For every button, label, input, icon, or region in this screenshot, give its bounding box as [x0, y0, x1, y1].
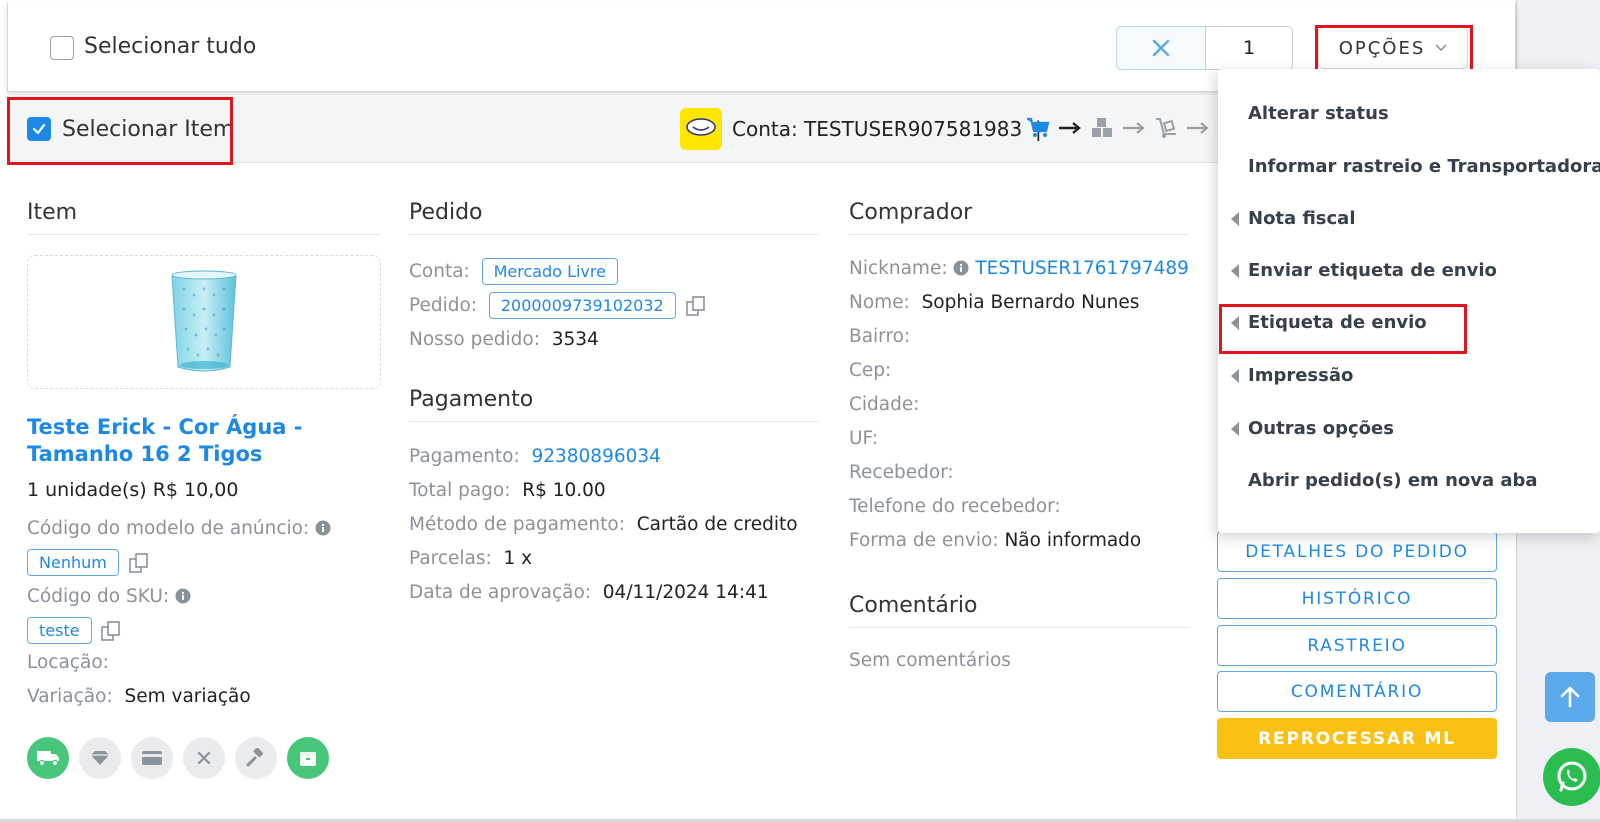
arrow-right-icon	[1187, 122, 1209, 134]
caret-left-icon	[1231, 212, 1239, 226]
item-section-title: Item	[27, 200, 78, 225]
quantity-price: 1 unidade(s) R$ 10,00	[27, 479, 239, 501]
menu-item-informar-rastreio[interactable]: Informar rastreio e Transportadora	[1248, 156, 1600, 177]
comment-divider	[849, 627, 1189, 628]
diamond-icon[interactable]	[79, 737, 121, 779]
truck-icon[interactable]	[27, 737, 69, 779]
copy-icon[interactable]	[685, 296, 706, 316]
arrow-up-icon	[1560, 686, 1580, 708]
model-code-value-row: Nenhum	[27, 549, 149, 576]
glass-image	[171, 270, 237, 372]
menu-item-abrir-nova-aba[interactable]: Abrir pedido(s) em nova aba	[1248, 470, 1538, 491]
highlight-etiqueta-envio	[1219, 304, 1467, 354]
neighborhood-row: Bairro:	[849, 326, 911, 347]
options-dropdown-menu: Alterar status Informar rastreio e Trans…	[1218, 69, 1600, 533]
comment-text: Sem comentários	[849, 650, 1011, 671]
city-row: Cidade:	[849, 394, 920, 415]
sku-value-row: teste	[27, 617, 121, 644]
model-code-tag: Nenhum	[27, 549, 119, 576]
order-id-tag: 2000009739102032	[488, 292, 676, 319]
payment-id-row: Pagamento: 92380896034	[409, 446, 661, 467]
whatsapp-icon	[1557, 761, 1587, 792]
product-title-link[interactable]: Teste Erick - Cor Água - Tamanho 16 2 Ti…	[27, 414, 367, 468]
menu-item-nota-fiscal[interactable]: Nota fiscal	[1248, 208, 1356, 229]
cart-icon	[1027, 117, 1050, 137]
item-action-icons	[27, 737, 329, 779]
product-image[interactable]	[27, 255, 381, 389]
internal-order-row: Nosso pedido: 3534	[409, 329, 599, 350]
receiver-row: Recebedor:	[849, 462, 954, 483]
order-divider	[409, 234, 819, 235]
item-divider	[27, 234, 381, 235]
variation-row: Variação: Sem variação	[27, 686, 251, 707]
model-code-row: Código do modelo de anúncio:	[27, 518, 331, 539]
comment-button[interactable]: COMENTÁRIO	[1217, 671, 1497, 712]
payment-section-title: Pagamento	[409, 387, 534, 412]
close-icon	[1152, 39, 1170, 57]
payment-id-link[interactable]: 92380896034	[531, 446, 660, 467]
menu-item-alterar-status[interactable]: Alterar status	[1248, 103, 1389, 124]
tracking-button[interactable]: RASTREIO	[1217, 625, 1497, 666]
total-paid-row: Total pago: R$ 10.00	[409, 480, 606, 501]
dolly-icon	[1156, 118, 1176, 138]
scroll-to-top-button[interactable]	[1545, 672, 1595, 722]
location-row: Locação:	[27, 652, 109, 673]
box-icon[interactable]	[287, 737, 329, 779]
close-icon[interactable]	[183, 737, 225, 779]
order-account-row: Conta: Mercado Livre	[409, 258, 618, 285]
payment-method-row: Método de pagamento: Cartão de credito	[409, 514, 798, 535]
caret-left-icon	[1231, 264, 1239, 278]
gavel-icon[interactable]	[235, 737, 277, 779]
order-flow	[1026, 116, 1210, 140]
caret-left-icon	[1231, 369, 1239, 383]
credit-card-icon[interactable]	[131, 737, 173, 779]
arrow-right-icon	[1059, 122, 1081, 134]
nickname-link[interactable]: TESTUSER1761797489	[975, 258, 1189, 279]
sku-row: Código do SKU:	[27, 586, 191, 607]
sku-tag: teste	[27, 617, 92, 644]
info-icon	[953, 260, 969, 276]
payment-divider	[409, 421, 819, 422]
comment-section-title: Comentário	[849, 593, 978, 618]
copy-icon[interactable]	[128, 553, 149, 573]
zip-row: Cep:	[849, 360, 892, 381]
account-tag: Mercado Livre	[481, 258, 618, 285]
nickname-row: Nickname: TESTUSER1761797489	[849, 258, 1189, 279]
info-icon	[175, 588, 191, 604]
highlight-select-item	[7, 97, 233, 165]
account-label: Conta: TESTUSER907581983 |	[732, 117, 1042, 141]
order-id-row: Pedido: 2000009739102032	[409, 292, 706, 319]
state-row: UF:	[849, 428, 878, 449]
menu-item-impressao[interactable]: Impressão	[1248, 365, 1353, 386]
menu-item-outras-opcoes[interactable]: Outras opções	[1248, 418, 1394, 439]
select-all-checkbox[interactable]	[50, 36, 74, 60]
info-icon	[315, 520, 331, 536]
approval-date-row: Data de aprovação: 04/11/2024 14:41	[409, 582, 769, 603]
buyer-section-title: Comprador	[849, 200, 973, 225]
receiver-phone-row: Telefone do recebedor:	[849, 496, 1061, 517]
boxes-icon	[1092, 118, 1112, 137]
clear-selection-button[interactable]	[1116, 26, 1206, 70]
menu-item-enviar-etiqueta[interactable]: Enviar etiqueta de envio	[1248, 260, 1497, 281]
installments-row: Parcelas: 1 x	[409, 548, 533, 569]
highlight-options-button	[1315, 25, 1473, 73]
shipping-method-row: Forma de envio: Não informado	[849, 530, 1142, 551]
reprocess-ml-button[interactable]: REPROCESSAR ML	[1217, 718, 1497, 759]
caret-left-icon	[1231, 422, 1239, 436]
buyer-divider	[849, 234, 1189, 235]
arrow-right-icon	[1123, 122, 1145, 134]
mercado-livre-logo	[680, 108, 722, 150]
copy-icon[interactable]	[101, 621, 121, 641]
whatsapp-button[interactable]	[1543, 748, 1600, 806]
history-button[interactable]: HISTÓRICO	[1217, 578, 1497, 619]
buyer-name-row: Nome: Sophia Bernardo Nunes	[849, 292, 1140, 313]
order-details-button[interactable]: DETALHES DO PEDIDO	[1217, 531, 1497, 572]
selected-count: 1	[1205, 26, 1293, 70]
select-all-label: Selecionar tudo	[84, 34, 257, 59]
order-section-title: Pedido	[409, 200, 483, 225]
